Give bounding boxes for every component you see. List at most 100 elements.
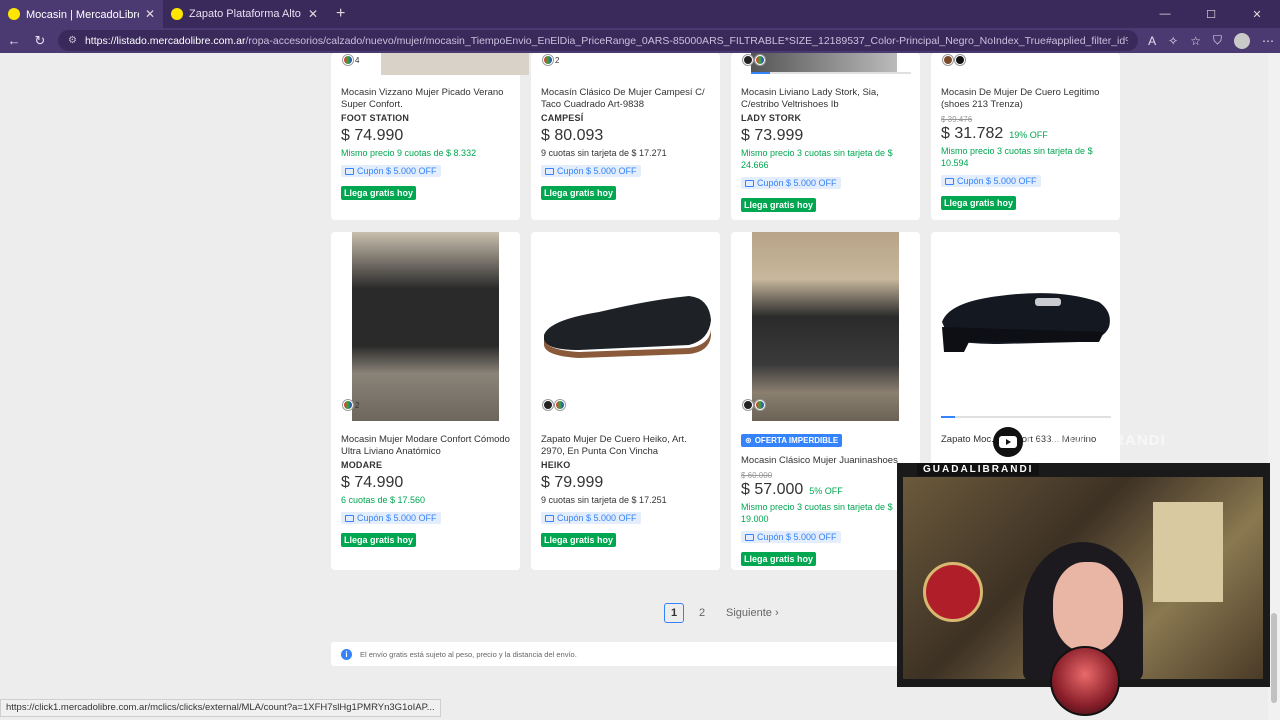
free-shipping-badge: Llega gratis hoy bbox=[741, 197, 817, 212]
coupon-badge[interactable]: Cupón $ 5.000 OFF bbox=[741, 177, 841, 189]
profile-avatar[interactable] bbox=[1234, 32, 1250, 49]
coupon-badge[interactable]: Cupón $ 5.000 OFF bbox=[541, 512, 641, 524]
shield-icon[interactable]: ⛉ bbox=[1213, 33, 1222, 48]
coupon-badge[interactable]: Cupón $ 5.000 OFF bbox=[341, 512, 441, 524]
product-title[interactable]: Mocasin Vizzano Mujer Picado Verano Supe… bbox=[341, 87, 510, 111]
close-window-icon[interactable]: ✕ bbox=[1234, 0, 1280, 28]
product-image[interactable] bbox=[752, 232, 899, 421]
window-controls: — ☐ ✕ bbox=[1142, 0, 1280, 28]
product-title[interactable]: Mocasin Clásico Mujer Juaninashoes bbox=[741, 455, 910, 467]
reload-icon[interactable]: ↻ bbox=[32, 33, 48, 49]
product-image[interactable] bbox=[539, 290, 713, 360]
color-swatch bbox=[743, 55, 765, 65]
product-card[interactable]: 2 Mocasín Clásico De Mujer Campesí C/ Ta… bbox=[531, 53, 720, 220]
youtube-icon bbox=[993, 427, 1023, 457]
product-installments: Mismo precio 3 cuotas sin tarjeta de $ 2… bbox=[741, 148, 893, 170]
product-installments: 9 cuotas sin tarjeta de $ 17.271 bbox=[541, 148, 667, 158]
product-image[interactable] bbox=[751, 53, 897, 73]
product-title[interactable]: Mocasin De Mujer De Cuero Legitimo (shoe… bbox=[941, 87, 1110, 111]
product-installments: Mismo precio 3 cuotas sin tarjeta de $ 1… bbox=[741, 502, 893, 524]
site-info-icon[interactable]: ⚙ bbox=[68, 35, 77, 46]
product-price: $ 31.782 19% OFF bbox=[941, 125, 1048, 142]
product-title[interactable]: Mocasin Mujer Modare Confort Cómodo Ultr… bbox=[341, 434, 510, 458]
streamer-avatar bbox=[1050, 646, 1120, 716]
more-menu-icon[interactable]: ⋯ bbox=[1262, 34, 1274, 48]
product-installments: Mismo precio 3 cuotas sin tarjeta de $ 1… bbox=[941, 146, 1093, 168]
coupon-icon bbox=[545, 514, 554, 522]
product-old-price: $ 39.476 bbox=[941, 115, 973, 124]
browser-tab-1[interactable]: Mocasin | MercadoLibre 📦 ✕ bbox=[0, 0, 163, 28]
browser-tab-2[interactable]: Zapato Plataforma Alto Mocasin D ✕ bbox=[163, 0, 326, 28]
image-carousel-progress bbox=[751, 72, 911, 74]
info-icon: i bbox=[341, 648, 352, 660]
coupon-icon bbox=[745, 533, 754, 541]
read-aloud-icon[interactable]: A bbox=[1148, 34, 1156, 48]
shipping-notice-text: El envío gratis está sujeto al peso, pre… bbox=[360, 649, 577, 659]
scrollbar-thumb[interactable] bbox=[1271, 613, 1277, 703]
product-installments: Mismo precio 9 cuotas de $ 8.332 bbox=[341, 148, 477, 158]
product-card[interactable]: Zapato Mujer De Cuero Heiko, Art. 2970, … bbox=[531, 232, 720, 570]
tab-title: Zapato Plataforma Alto Mocasin D bbox=[189, 8, 302, 20]
minimize-icon[interactable]: — bbox=[1142, 0, 1188, 28]
chevron-right-icon: › bbox=[774, 607, 779, 619]
product-title[interactable]: Mocasin Liviano Lady Stork, Sia, C/estri… bbox=[741, 87, 910, 111]
product-card[interactable]: Mocasin Liviano Lady Stork, Sia, C/estri… bbox=[731, 53, 920, 220]
stream-watermark: GUADALIBRANDI bbox=[1026, 432, 1166, 449]
color-swatch bbox=[543, 400, 565, 410]
mercadolibre-favicon-icon bbox=[171, 8, 183, 20]
deal-icon: ⊛ bbox=[745, 436, 752, 445]
close-tab-icon[interactable]: ✕ bbox=[145, 7, 155, 21]
link-status-bar: https://click1.mercadolibre.com.ar/mclic… bbox=[0, 699, 441, 717]
product-brand: CAMPESÍ bbox=[541, 113, 584, 123]
url-path: /ropa-accesorios/calzado/nuevo/mujer/moc… bbox=[245, 34, 1128, 47]
color-swatch bbox=[943, 55, 965, 65]
coupon-badge[interactable]: Cupón $ 5.000 OFF bbox=[941, 175, 1041, 187]
new-tab-icon[interactable]: + bbox=[326, 0, 355, 28]
coupon-icon bbox=[545, 167, 554, 175]
close-tab-icon[interactable]: ✕ bbox=[308, 7, 318, 21]
product-card[interactable]: 4 Mocasin Vizzano Mujer Picado Verano Su… bbox=[331, 53, 529, 220]
product-image[interactable] bbox=[939, 282, 1113, 362]
coupon-icon bbox=[345, 514, 354, 522]
maximize-icon[interactable]: ☐ bbox=[1188, 0, 1234, 28]
coupon-badge[interactable]: Cupón $ 5.000 OFF bbox=[741, 531, 841, 543]
product-image[interactable] bbox=[381, 53, 529, 75]
next-page-button[interactable]: Siguiente › bbox=[726, 607, 779, 619]
product-image[interactable] bbox=[352, 232, 499, 421]
coupon-icon bbox=[745, 179, 754, 187]
product-brand: LADY STORK bbox=[741, 113, 802, 123]
free-shipping-badge: Llega gratis hoy bbox=[341, 532, 417, 547]
free-shipping-badge: Llega gratis hoy bbox=[741, 551, 817, 566]
product-brand: FOOT STATION bbox=[341, 113, 410, 123]
discount-label: 19% OFF bbox=[1009, 130, 1048, 140]
product-brand: MODARE bbox=[341, 460, 383, 470]
product-card[interactable]: 2 Mocasin Mujer Modare Confort Cómodo Ul… bbox=[331, 232, 520, 570]
coupon-badge[interactable]: Cupón $ 5.000 OFF bbox=[541, 165, 641, 177]
color-swatch bbox=[743, 400, 765, 410]
coupon-icon bbox=[945, 177, 954, 185]
page-2-button[interactable]: 2 bbox=[692, 603, 712, 623]
coupon-icon bbox=[345, 167, 354, 175]
free-shipping-badge: Llega gratis hoy bbox=[541, 532, 617, 547]
product-card[interactable]: Mocasin De Mujer De Cuero Legitimo (shoe… bbox=[931, 53, 1120, 220]
url-host: https://listado.mercadolibre.com.ar bbox=[84, 34, 246, 47]
product-installments: 6 cuotas de $ 17.560 bbox=[341, 495, 426, 505]
color-swatch: 2 bbox=[343, 400, 359, 410]
color-swatch: 4 bbox=[343, 55, 359, 65]
product-price: $ 80.093 bbox=[541, 127, 604, 144]
product-card[interactable]: ⊛ OFERTA IMPERDIBLE Mocasin Clásico Mujer… bbox=[731, 232, 920, 570]
page-1-button[interactable]: 1 bbox=[664, 603, 684, 623]
favorites-icon[interactable]: ☆ bbox=[1190, 34, 1201, 48]
address-bar[interactable]: ⚙ https://listado.mercadolibre.com.ar/ro… bbox=[58, 30, 1139, 51]
deal-badge: ⊛ OFERTA IMPERDIBLE bbox=[741, 434, 843, 447]
product-title[interactable]: Mocasín Clásico De Mujer Campesí C/ Taco… bbox=[541, 87, 710, 111]
pagination: 1 2 Siguiente › bbox=[664, 603, 779, 623]
extensions-icon[interactable]: ✧ bbox=[1168, 34, 1178, 48]
product-price: $ 73.999 bbox=[741, 127, 804, 144]
back-arrow-icon[interactable]: ← bbox=[6, 33, 22, 48]
product-title[interactable]: Zapato Mujer De Cuero Heiko, Art. 2970, … bbox=[541, 434, 710, 458]
product-old-price: $ 60.000 bbox=[741, 471, 773, 480]
image-carousel-progress bbox=[941, 416, 1111, 418]
coupon-badge[interactable]: Cupón $ 5.000 OFF bbox=[341, 165, 441, 177]
browser-tabbar: Mocasin | MercadoLibre 📦 ✕ Zapato Plataf… bbox=[0, 0, 1280, 28]
